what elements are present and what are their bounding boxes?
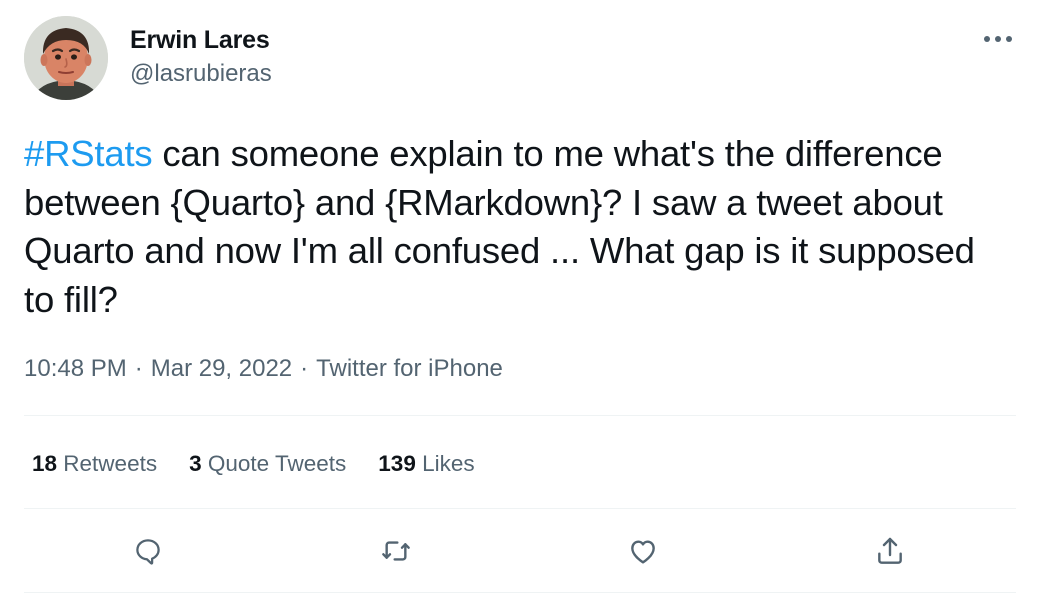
like-button[interactable] (621, 529, 665, 573)
quote-tweets-stat[interactable]: 3 Quote Tweets (189, 451, 346, 477)
avatar-image (24, 16, 108, 100)
retweets-stat[interactable]: 18 Retweets (32, 451, 157, 477)
tweet-time[interactable]: 10:48 PM (24, 355, 127, 382)
likes-label: Likes (422, 451, 475, 476)
tweet-date[interactable]: Mar 29, 2022 (151, 355, 292, 382)
reply-button[interactable] (126, 529, 170, 573)
share-icon (878, 537, 902, 564)
author-display-name[interactable]: Erwin Lares (130, 26, 270, 55)
quote-tweets-label: Quote Tweets (207, 451, 347, 476)
meta-separator: · (134, 355, 143, 382)
divider (24, 415, 1016, 416)
tweet-metadata: 10:48 PM · Mar 29, 2022 · Twitter for iPhone (24, 355, 503, 383)
reply-icon (136, 539, 160, 565)
retweets-label: Retweets (63, 451, 158, 476)
more-options-button[interactable] (976, 24, 1020, 54)
hashtag-link[interactable]: #RStats (24, 133, 153, 174)
tweet-source[interactable]: Twitter for iPhone (316, 355, 503, 382)
retweet-icon (382, 541, 410, 561)
author-handle[interactable]: @lasrubieras (130, 60, 272, 88)
engagement-stats: 18 Retweets 3 Quote Tweets 139 Likes (32, 451, 507, 477)
meta-separator: · (300, 355, 309, 382)
share-button[interactable] (868, 529, 912, 573)
more-dots-icon (984, 36, 1012, 42)
tweet-body: can someone explain to me what's the dif… (24, 133, 975, 320)
tweet-text: #RStats can someone explain to me what's… (24, 130, 1014, 324)
likes-count: 139 (378, 451, 416, 476)
divider (24, 592, 1016, 593)
divider (24, 508, 1016, 509)
heart-icon (631, 540, 655, 564)
quote-tweets-count: 3 (189, 451, 202, 476)
likes-stat[interactable]: 139 Likes (378, 451, 474, 477)
retweet-button[interactable] (374, 529, 418, 573)
tweet-card: Erwin Lares @lasrubieras #RStats can som… (0, 0, 1039, 604)
avatar[interactable] (24, 16, 108, 100)
retweets-count: 18 (32, 451, 58, 476)
